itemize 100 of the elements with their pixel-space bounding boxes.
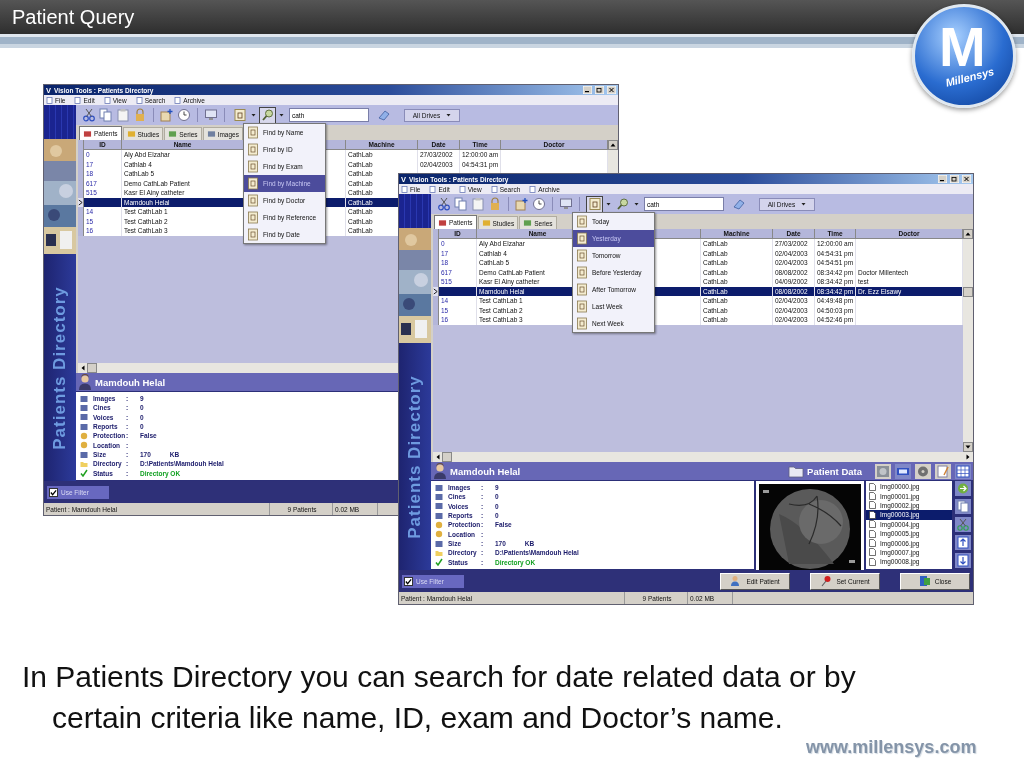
calendar-button[interactable] — [586, 195, 603, 213]
add-record-icon[interactable] — [515, 197, 529, 211]
up-arrow-icon[interactable] — [955, 535, 971, 550]
horizontal-scrollbar[interactable] — [433, 452, 973, 462]
left-arrow-icon[interactable] — [434, 453, 442, 461]
tab-icon — [83, 129, 92, 138]
close-button[interactable] — [607, 86, 616, 94]
page-icon — [529, 185, 537, 193]
caret-icon — [446, 113, 452, 117]
paste-icon[interactable] — [116, 108, 130, 122]
page-icon — [103, 96, 111, 104]
page-icon — [247, 143, 259, 156]
page-icon — [247, 126, 259, 139]
copy-icon[interactable] — [99, 108, 113, 122]
checkbox[interactable] — [404, 576, 413, 586]
calendar-icon — [576, 300, 588, 313]
caret-icon — [801, 202, 807, 206]
sidebar-header — [399, 194, 431, 228]
clock-icon[interactable] — [177, 108, 191, 122]
check-icon — [80, 469, 88, 478]
page-icon — [174, 96, 182, 104]
patient-name: Mamdouh Helal — [95, 376, 166, 388]
search-icon — [260, 108, 275, 122]
check-icon — [50, 488, 57, 496]
page-icon — [247, 228, 259, 241]
page-icon — [247, 194, 259, 207]
close-button[interactable] — [962, 175, 971, 183]
horizontal-scrollbar[interactable] — [78, 363, 399, 373]
scrollbar-thumb[interactable] — [442, 452, 452, 462]
pin-icon — [820, 575, 833, 587]
eraser-icon[interactable] — [732, 197, 746, 211]
scrollbar-thumb[interactable] — [963, 287, 973, 298]
tab-icon — [438, 218, 447, 227]
avatar-icon — [433, 463, 447, 479]
patient-name: Mamdouh Helal — [450, 465, 521, 477]
door-icon — [918, 575, 931, 587]
caption: In Patients Directory you can search for date related data or by certain criteria like name, ID, exam and Doctor’s name. — [22, 659, 857, 736]
tab-icon — [126, 130, 136, 138]
film-icon[interactable] — [895, 463, 911, 479]
up-arrow-icon[interactable] — [609, 141, 617, 149]
tab-icon — [206, 130, 216, 138]
page-icon — [46, 96, 53, 104]
right-arrow-icon[interactable] — [964, 453, 972, 461]
slide-title: Patient Query — [12, 5, 135, 29]
caret-icon[interactable] — [634, 202, 639, 206]
row-pointer-icon — [78, 198, 83, 206]
left-arrow-icon[interactable] — [79, 364, 87, 372]
up-arrow-icon[interactable] — [964, 230, 972, 238]
calendar-icon — [576, 266, 588, 279]
add-record-icon[interactable] — [160, 108, 174, 122]
calendar-icon — [576, 232, 588, 245]
page-icon — [490, 185, 498, 193]
caret-icon[interactable] — [251, 113, 256, 117]
checkbox[interactable] — [49, 487, 58, 497]
eraser-icon[interactable] — [377, 108, 391, 122]
check-icon — [435, 558, 443, 567]
page-icon — [74, 96, 82, 104]
page-icon — [247, 211, 259, 224]
minimize-button[interactable] — [938, 175, 947, 183]
monitor-icon[interactable] — [204, 108, 218, 122]
search-icon — [615, 197, 630, 211]
clock-icon[interactable] — [532, 197, 546, 211]
tab-icon — [523, 219, 533, 227]
copy-icon[interactable] — [955, 499, 971, 514]
arrow-icon[interactable] — [955, 481, 971, 496]
down-arrow-icon[interactable] — [955, 553, 971, 568]
note-icon[interactable] — [935, 463, 951, 479]
minimize-button[interactable] — [583, 86, 592, 94]
picture-icon[interactable] — [875, 463, 891, 479]
logo-name: Millensys — [944, 65, 996, 89]
footer-url: www.millensys.com — [806, 737, 977, 758]
scissors-icon[interactable] — [82, 108, 96, 122]
sidebar-header — [44, 105, 76, 139]
paste-icon[interactable] — [471, 197, 485, 211]
caret-icon[interactable] — [606, 202, 611, 206]
tab-icon — [481, 219, 491, 227]
vertical-scrollbar[interactable] — [963, 229, 973, 452]
folder-icon — [788, 464, 805, 478]
monitor-icon[interactable] — [559, 197, 573, 211]
calendar-icon — [232, 108, 247, 122]
restore-button[interactable] — [950, 175, 959, 183]
down-arrow-icon[interactable] — [964, 443, 972, 451]
page-icon — [458, 185, 466, 193]
calendar-icon — [576, 249, 588, 262]
grid-icon[interactable] — [955, 463, 971, 479]
disc-icon[interactable] — [915, 463, 931, 479]
tab-icon — [168, 130, 178, 138]
patient-data-title: Patient Data — [807, 465, 862, 477]
calendar-icon — [576, 215, 588, 228]
sidebar-label: Patients Directory — [405, 374, 425, 539]
page-icon — [401, 185, 408, 193]
copy-icon[interactable] — [454, 197, 468, 211]
scissors-icon[interactable] — [437, 197, 451, 211]
page-icon — [135, 96, 143, 104]
caret-icon[interactable] — [279, 113, 284, 117]
restore-button[interactable] — [595, 86, 604, 94]
find-button[interactable] — [259, 106, 276, 124]
row-pointer-icon — [433, 287, 438, 295]
calendar-icon — [576, 317, 588, 330]
scrollbar-thumb[interactable] — [87, 363, 97, 373]
